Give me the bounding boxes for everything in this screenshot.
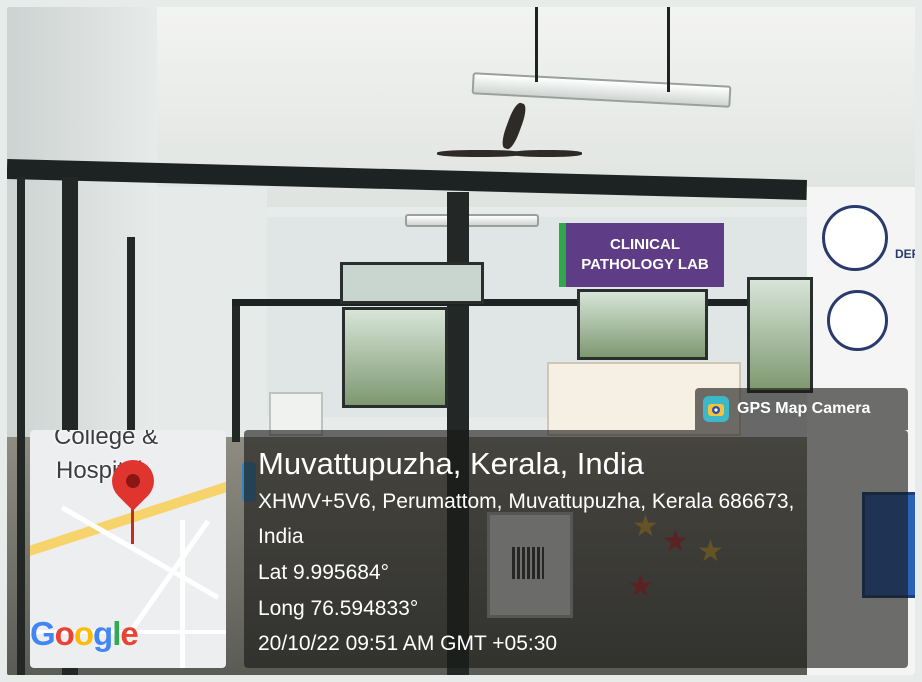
light-wire: [667, 7, 670, 92]
window: [747, 277, 813, 393]
address-line-2: India: [258, 525, 304, 548]
map-camera-icon: [703, 396, 729, 422]
map-place-label: College &: [54, 430, 159, 450]
lab-sign: CLINICAL PATHOLOGY LAB: [559, 223, 724, 287]
app-name: GPS Map Camera: [737, 400, 871, 417]
map-thumbnail: College & Hospital Google: [30, 430, 226, 668]
lab-sign-line-1: CLINICAL: [610, 236, 680, 253]
window: [577, 289, 708, 360]
door-frame: [127, 237, 135, 437]
longitude: Long 76.594833°: [258, 597, 419, 620]
wall-text: DEPA: [895, 247, 915, 261]
map-street: [180, 520, 185, 668]
window: [342, 307, 448, 408]
ceiling-fan: [512, 150, 582, 157]
map-pin-center: [126, 474, 140, 488]
lab-sign-line-2: PATHOLOGY LAB: [581, 256, 709, 273]
window: [340, 262, 484, 304]
tube-light: [405, 214, 539, 227]
location-info-panel: Muvattupuzha, Kerala, India XHWV+5V6, Pe…: [244, 430, 908, 668]
light-wire: [535, 7, 538, 82]
app-badge: GPS Map Camera: [695, 388, 908, 430]
latitude: Lat 9.995684°: [258, 561, 390, 584]
partition-post: [17, 177, 25, 675]
college-logo: [822, 205, 888, 271]
location-title: Muvattupuzha, Kerala, India: [258, 446, 645, 481]
timestamp: 20/10/22 09:51 AM GMT +05:30: [258, 632, 558, 655]
address-line-1: XHWV+5V6, Perumattom, Muvattupuzha, Kera…: [258, 490, 795, 513]
hospital-logo: [827, 290, 888, 351]
ceiling-fan: [437, 150, 522, 157]
google-logo: Google: [30, 615, 139, 652]
partition-post: [232, 302, 240, 442]
